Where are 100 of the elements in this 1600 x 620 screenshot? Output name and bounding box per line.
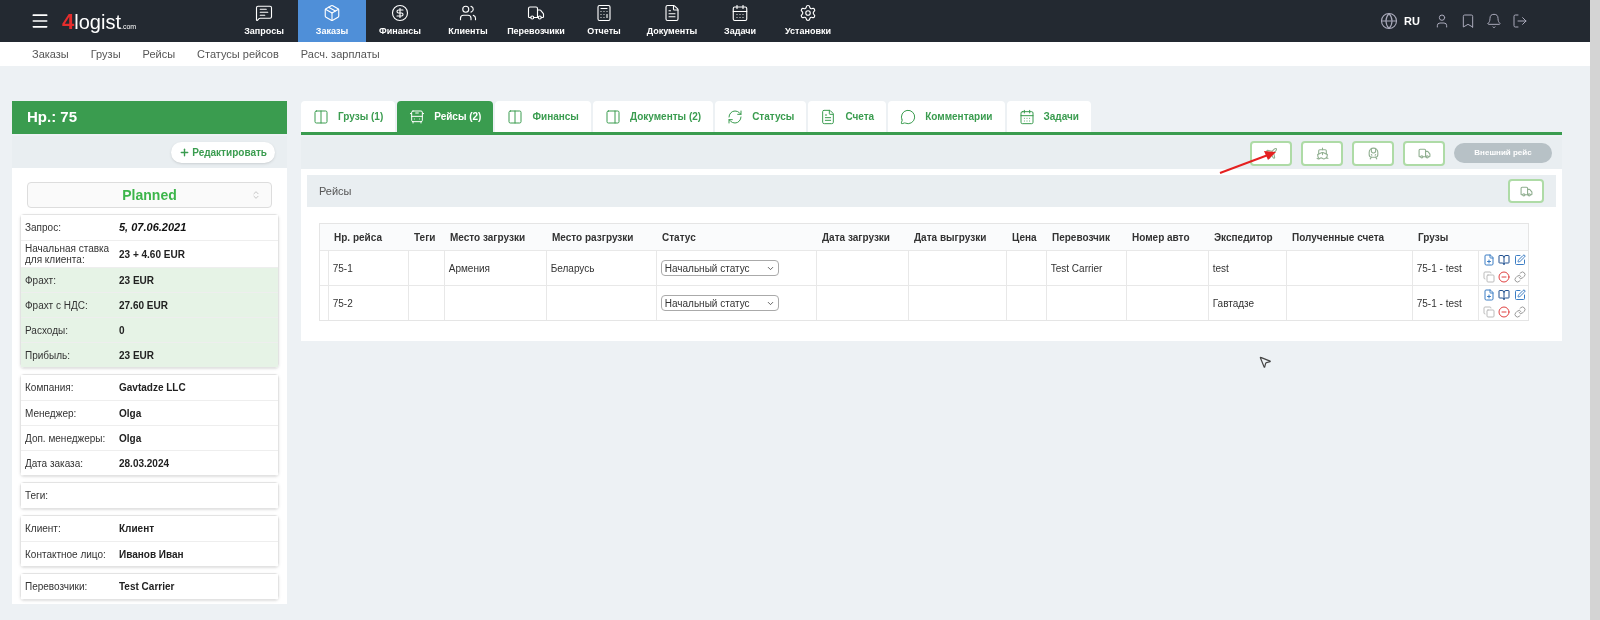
field-label: Расходы: <box>25 323 69 338</box>
column-header: Полученные счета <box>1291 230 1386 245</box>
field-value: 28.03.2024 <box>119 456 170 471</box>
field-label: Начальная ставка для клиента: <box>25 242 111 267</box>
field-label: Фрахт: <box>25 273 57 288</box>
delete-icon[interactable] <box>1498 270 1511 283</box>
user-icon[interactable] <box>1434 13 1450 29</box>
field-value: Клиент <box>119 522 155 536</box>
link-icon[interactable] <box>1514 305 1527 318</box>
table-cell-text: 75-2 <box>332 296 353 311</box>
nav-item[interactable]: Финансы <box>366 0 434 42</box>
settings-icon <box>799 3 817 22</box>
document-icon <box>820 108 837 125</box>
plane-icon <box>1264 146 1278 160</box>
column-header: Экспедитор <box>1213 230 1274 245</box>
subnav-link[interactable]: Расч. зарплаты <box>300 45 380 63</box>
tab[interactable]: Статусы <box>715 101 807 132</box>
calendar-icon <box>1018 108 1035 125</box>
calculator-icon <box>595 3 613 22</box>
panel-title: Рейсы <box>319 183 352 199</box>
column-header: Теги <box>413 230 437 245</box>
status-dropdown[interactable]: Начальный статус <box>660 295 779 311</box>
subnav-link[interactable]: Грузы <box>90 45 121 63</box>
column-header: Место загрузки <box>449 230 527 245</box>
table-cell-text: test <box>1212 261 1229 276</box>
field-label: Менеджер: <box>25 406 78 421</box>
nav-item[interactable]: Клиенты <box>434 0 502 42</box>
panel-icon <box>507 108 524 125</box>
truck-button[interactable] <box>1508 179 1544 203</box>
tab[interactable]: Задачи <box>1006 101 1091 132</box>
train-icon <box>1366 146 1380 160</box>
column-header: Перевозчик <box>1051 230 1111 245</box>
status-dropdown[interactable]: Начальный статус <box>660 260 779 276</box>
nav-item[interactable]: Документы <box>638 0 706 42</box>
field-value: 0 <box>119 323 125 338</box>
field-label: Запрос: <box>25 221 62 235</box>
truck-icon <box>527 3 545 22</box>
column-header: Грузы <box>1417 230 1450 245</box>
delete-icon[interactable] <box>1498 305 1511 318</box>
field-value: Gavtadze LLC <box>119 381 186 395</box>
tab[interactable]: Комментарии <box>888 101 1005 132</box>
scrollbar[interactable] <box>1590 0 1600 620</box>
users-icon <box>459 3 477 22</box>
field-value: Olga <box>119 431 142 446</box>
ship-button[interactable] <box>1301 140 1343 166</box>
field-value: 23 EUR <box>119 273 154 288</box>
menu-icon[interactable] <box>30 11 50 31</box>
subnav-link[interactable]: Рейсы <box>142 45 176 63</box>
field-value: 23 + 4.60 EUR <box>119 247 185 262</box>
logout-icon[interactable] <box>1512 13 1528 29</box>
language-label[interactable]: RU <box>1404 12 1420 30</box>
tab[interactable]: Документы (2) <box>592 101 714 132</box>
field-value: 27.60 EUR <box>119 298 168 313</box>
nav-item[interactable]: Установки <box>774 0 842 42</box>
field-value: 23 EUR <box>119 348 154 363</box>
field-label: Дата заказа: <box>25 456 85 471</box>
field-label: Фрахт с НДС: <box>25 298 89 313</box>
nav-item[interactable]: Запросы <box>230 0 298 42</box>
tab[interactable]: Счета <box>808 101 887 132</box>
ship-icon <box>1315 146 1329 160</box>
tab[interactable]: Финансы <box>495 101 591 132</box>
globe-icon[interactable] <box>1380 12 1399 30</box>
train-button[interactable] <box>1352 140 1394 166</box>
subnav-link[interactable]: Статусы рейсов <box>197 45 279 63</box>
truck-icon <box>1519 184 1533 198</box>
tab[interactable]: Грузы (1) <box>301 101 396 132</box>
add-file-icon[interactable] <box>1482 253 1495 266</box>
column-header: Дата загрузки <box>821 230 892 245</box>
bell-icon[interactable] <box>1486 13 1502 29</box>
truck-button[interactable] <box>1403 140 1445 166</box>
panel-icon <box>313 108 329 125</box>
edit-icon[interactable] <box>1514 288 1527 301</box>
column-header: Нр. рейса <box>333 230 383 245</box>
nav-item[interactable]: Задачи <box>706 0 774 42</box>
bookmark-icon[interactable] <box>1460 13 1476 29</box>
book-icon[interactable] <box>1498 253 1511 266</box>
table-cell-text: Армения <box>448 261 490 276</box>
document-icon <box>663 3 681 22</box>
column-header: Место разгрузки <box>551 230 635 245</box>
bus-icon <box>409 108 426 125</box>
nav-item[interactable]: Перевозчики <box>502 0 570 42</box>
book-icon[interactable] <box>1498 288 1511 301</box>
column-header: Цена <box>1011 230 1038 245</box>
cursor-icon <box>1258 355 1272 369</box>
link-icon[interactable] <box>1514 270 1527 283</box>
plane-button[interactable] <box>1250 140 1292 166</box>
refresh-icon <box>727 108 744 125</box>
field-label: Прибыль: <box>25 348 72 363</box>
edit-icon[interactable] <box>1514 253 1527 266</box>
subnav-link[interactable]: Заказы <box>32 45 69 63</box>
field-label: Теги: <box>25 489 50 503</box>
coin-icon <box>391 3 409 22</box>
field-value: Olga <box>119 406 142 421</box>
nav-item[interactable]: Отчеты <box>570 0 638 42</box>
add-file-icon[interactable] <box>1482 288 1495 301</box>
field-value: Test Carrier <box>119 580 175 594</box>
field-label: Контактное лицо: <box>25 547 107 562</box>
box-icon <box>323 3 341 22</box>
field-label: Доп. менеджеры: <box>25 431 107 446</box>
table-cell-text: 75-1 - test <box>1416 261 1462 276</box>
